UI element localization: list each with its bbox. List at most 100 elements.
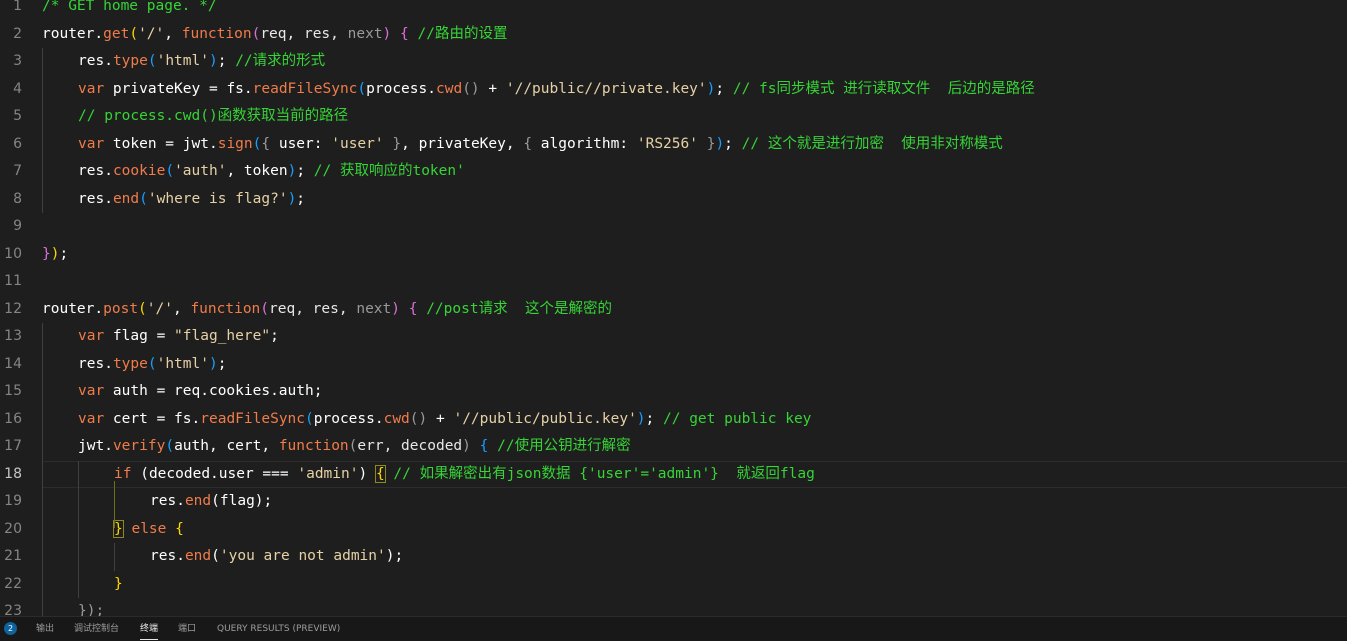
- code-line[interactable]: 18 if (decoded.user === 'admin') { // 如果解…: [0, 460, 1347, 488]
- code-token: readFileSync: [252, 80, 358, 97]
- code-token: ,: [401, 135, 419, 152]
- tab-terminal[interactable]: 终端: [140, 617, 159, 641]
- code-token: ;: [715, 80, 733, 97]
- code-token: /* GET home page. */: [42, 0, 217, 14]
- indent-guide: [42, 598, 43, 616]
- code-token: {: [400, 25, 409, 42]
- code-line[interactable]: 9: [0, 213, 1347, 241]
- tab-query-results[interactable]: QUERY RESULTS (PREVIEW): [217, 617, 340, 641]
- code-text: router.post('/', function(req, res, next…: [42, 296, 612, 324]
- problems-count-badge[interactable]: 2: [4, 622, 17, 635]
- code-token: .: [374, 410, 384, 427]
- line-number: 23: [4, 603, 22, 616]
- indent-guide: [78, 570, 79, 598]
- indent-guide: [42, 185, 43, 213]
- code-token: '//public/public.key': [453, 410, 637, 427]
- code-token: ): [254, 493, 264, 509]
- code-token: sign: [217, 135, 253, 152]
- code-text: router.get('/', function(req, res, next)…: [42, 21, 507, 49]
- code-line[interactable]: 10});: [0, 241, 1347, 269]
- code-line[interactable]: 5 // process.cwd()函数获取当前的路径: [0, 103, 1347, 131]
- tab-ports[interactable]: 端口: [178, 617, 196, 641]
- code-line[interactable]: 13 var flag = "flag_here";: [0, 323, 1347, 351]
- code-token: req, res,: [269, 300, 357, 317]
- code-line[interactable]: 21 res.end('you are not admin');: [0, 543, 1347, 571]
- code-line[interactable]: 6 var token = jwt.sign({ user: 'user' }, …: [0, 130, 1347, 158]
- code-token: var: [78, 328, 113, 344]
- code-token: flag: [112, 328, 148, 344]
- code-token: req, res,: [260, 25, 348, 42]
- code-token: .: [104, 190, 113, 207]
- code-token: 'html': [156, 53, 209, 69]
- indent-guide: [42, 158, 43, 186]
- code-token: ,: [505, 135, 524, 152]
- code-token: ): [208, 53, 218, 69]
- code-line[interactable]: 8 res.end('where is flag?');: [0, 185, 1347, 213]
- code-token: process: [313, 410, 375, 427]
- code-line[interactable]: 7 res.cookie('auth', token); // 获取响应的toke…: [0, 158, 1347, 186]
- code-line[interactable]: 14 res.type('html');: [0, 350, 1347, 378]
- code-line[interactable]: 16 var cert = fs.readFileSync(process.cwd…: [0, 405, 1347, 433]
- code-token: cwd: [383, 410, 410, 427]
- code-token: cert: [112, 410, 148, 427]
- code-token: }: [392, 135, 402, 152]
- code-text: res.cookie('auth', token); // 获取响应的token…: [78, 158, 465, 186]
- code-token: res: [150, 493, 177, 509]
- code-token: req.cookies.auth: [174, 383, 314, 399]
- code-line[interactable]: 23});: [0, 598, 1347, 616]
- code-token: {: [175, 520, 184, 537]
- line-number: 8: [13, 190, 22, 207]
- code-line[interactable]: 3 res.type('html'); //请求的形式: [0, 48, 1347, 76]
- code-editor[interactable]: 1/* GET home page. */2 router.get('/', fu…: [0, 0, 1347, 616]
- indent-guide: [42, 405, 43, 433]
- code-token: =: [147, 383, 175, 399]
- code-token: router: [42, 25, 95, 42]
- code-line[interactable]: 1 /* GET home page. */: [0, 0, 1347, 21]
- code-token: var: [78, 80, 113, 97]
- code-token: end: [184, 548, 212, 564]
- code-line[interactable]: 17 jwt.verify(auth, cert, function(err, d…: [0, 433, 1347, 461]
- code-line[interactable]: 2 router.get('/', function(req, res, next…: [0, 21, 1347, 49]
- code-text: // process.cwd()函数获取当前的路径: [78, 103, 348, 131]
- code-line[interactable]: 20} else {: [0, 515, 1347, 543]
- code-token: ): [636, 410, 646, 427]
- code-token: ): [287, 163, 297, 179]
- code-token: (: [211, 493, 220, 509]
- tab-output[interactable]: 输出: [36, 617, 54, 641]
- line-number: 2: [13, 25, 22, 42]
- code-token: 'auth': [174, 163, 227, 179]
- code-line[interactable]: 15 var auth = req.cookies.auth;: [0, 378, 1347, 406]
- code-token: :: [619, 135, 637, 152]
- code-token: get: [103, 25, 130, 42]
- code-token: });: [78, 603, 105, 616]
- indent-guide: [42, 103, 43, 131]
- code-text: res.end('you are not admin');: [150, 543, 403, 571]
- indent-guide: [42, 130, 43, 158]
- line-number: 19: [4, 493, 22, 509]
- line-number: 16: [4, 410, 22, 427]
- code-line[interactable]: 22}: [0, 570, 1347, 599]
- code-line[interactable]: 12 router.post('/', function(req, res, ne…: [0, 296, 1347, 324]
- code-token: readFileSync: [200, 410, 306, 427]
- code-line[interactable]: 4 var privateKey = fs.readFileSync(proces…: [0, 75, 1347, 103]
- code-token: var: [78, 135, 113, 152]
- code-token: .: [243, 80, 253, 97]
- code-token: res: [78, 355, 105, 372]
- indent-guide: [42, 570, 43, 598]
- code-line[interactable]: 11: [0, 268, 1347, 296]
- code-token: .: [176, 548, 185, 564]
- code-token: res: [150, 548, 177, 564]
- code-token: ===: [253, 465, 298, 482]
- code-token: fs: [174, 410, 192, 427]
- indent-guide: [114, 543, 115, 571]
- tab-debug-console[interactable]: 调试控制台: [74, 617, 119, 641]
- code-token: .: [176, 493, 185, 509]
- code-token: .: [104, 163, 113, 179]
- code-token: ): [462, 438, 471, 454]
- code-text: }: [114, 571, 123, 599]
- code-token: verify: [112, 438, 166, 454]
- code-token: (: [251, 25, 261, 42]
- indent-guide: [78, 460, 79, 488]
- code-line[interactable]: 19 res.end(flag);: [0, 488, 1347, 516]
